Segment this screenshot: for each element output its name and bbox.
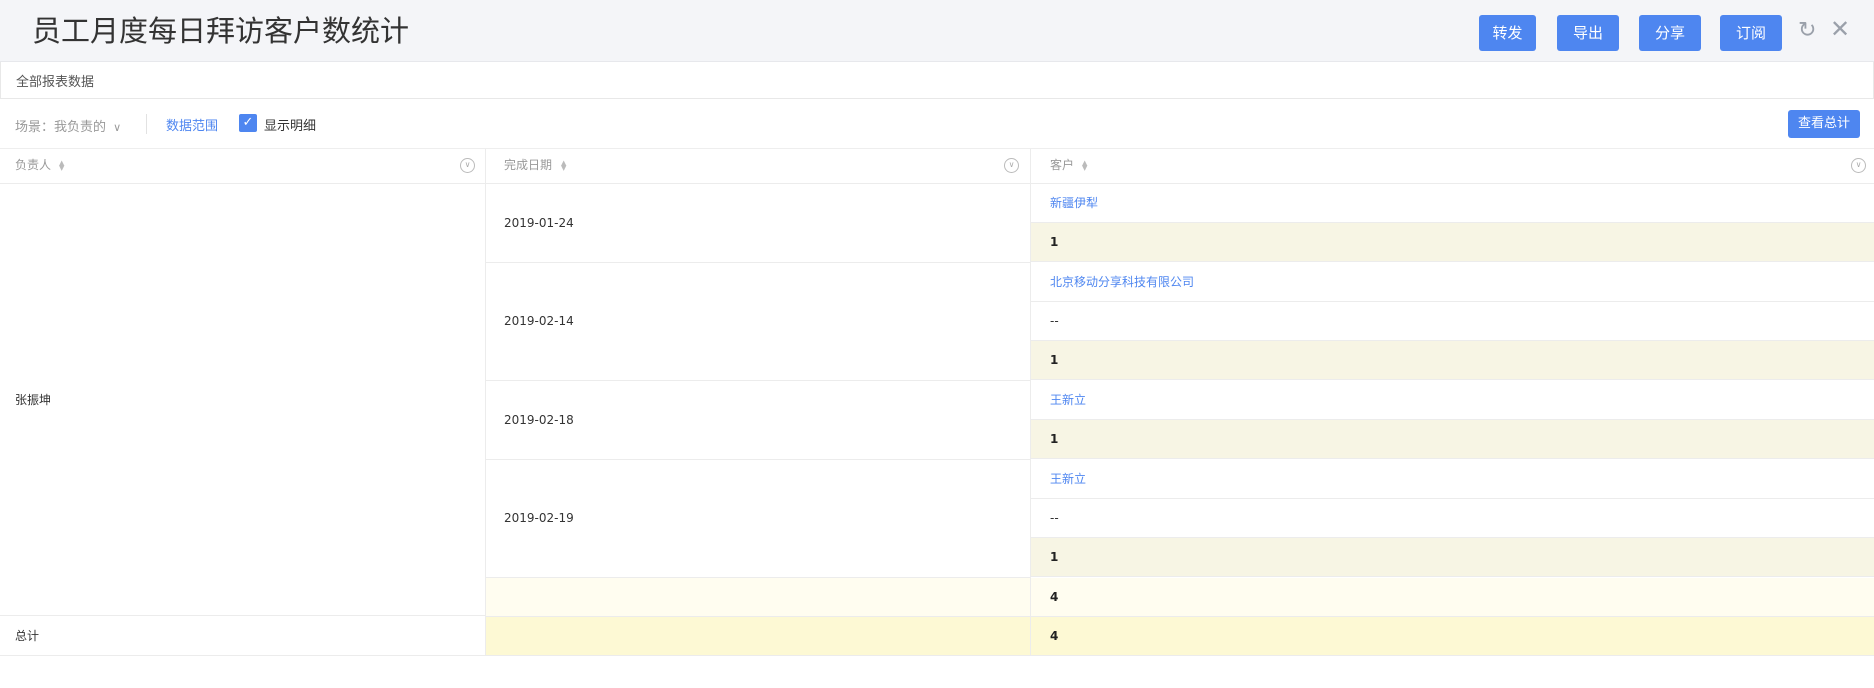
- view-total-button[interactable]: 查看总计: [1788, 110, 1860, 138]
- column-header-customer[interactable]: 客户 ▲ ▼ ∨: [1031, 149, 1874, 184]
- date-value: 2019-02-19: [504, 511, 574, 525]
- grand-total-label: 总计: [0, 617, 485, 656]
- date-group: 2019-02-14: [486, 263, 1030, 381]
- column-menu-icon[interactable]: ∨: [1004, 158, 1019, 173]
- date-group: 2019-02-18: [486, 381, 1030, 460]
- show-detail-label: 显示明细: [264, 119, 317, 134]
- column-label: 客户: [1050, 158, 1075, 172]
- empty-value: --: [1031, 499, 1874, 538]
- scene-label: 场景：我负责的: [15, 120, 107, 135]
- date-group: 2019-01-24: [486, 184, 1030, 263]
- scene-dropdown[interactable]: 场景：我负责的 ∨: [15, 116, 121, 135]
- share-button[interactable]: 分享: [1639, 15, 1701, 51]
- column-header-owner[interactable]: 负责人 ▲ ▼ ∨: [0, 149, 485, 184]
- report-scope-bar: 全部报表数据: [0, 62, 1874, 99]
- filter-divider: [146, 114, 147, 134]
- column-menu-icon[interactable]: ∨: [1851, 158, 1866, 173]
- column-label: 负责人: [15, 158, 52, 172]
- filter-bar: 场景：我负责的 ∨ 数据范围 ✓ 显示明细: [0, 99, 1874, 149]
- column-header-date[interactable]: 完成日期 ▲ ▼ ∨: [486, 149, 1030, 184]
- scope-label: 全部报表数据: [16, 75, 95, 90]
- sort-icon[interactable]: ▲ ▼: [59, 160, 67, 172]
- customer-link[interactable]: 北京移动分享科技有限公司: [1031, 263, 1874, 302]
- subtotal-row: 1: [1031, 223, 1874, 262]
- subtotal-row: 1: [1031, 420, 1874, 459]
- owner-subtotal: 4: [1031, 578, 1874, 617]
- sort-icon[interactable]: ▲ ▼: [1082, 160, 1090, 172]
- subscribe-button[interactable]: 订阅: [1720, 15, 1782, 51]
- check-icon: ✓: [242, 115, 254, 130]
- owner-name: 张振坤: [15, 393, 52, 407]
- page-title: 员工月度每日拜访客户数统计: [32, 14, 410, 48]
- column-menu-icon[interactable]: ∨: [460, 158, 475, 173]
- subtotal-row: 1: [1031, 341, 1874, 380]
- show-detail-checkbox[interactable]: ✓: [239, 114, 257, 132]
- date-value: 2019-01-24: [504, 216, 574, 230]
- export-button[interactable]: 导出: [1557, 15, 1619, 51]
- grand-total-date-cell: [486, 617, 1030, 656]
- customer-link[interactable]: 王新立: [1031, 381, 1874, 420]
- owner-cell: 张振坤: [0, 184, 485, 616]
- chevron-down-icon: ∨: [113, 121, 122, 134]
- data-range-link[interactable]: 数据范围: [166, 115, 218, 134]
- date-value: 2019-02-18: [504, 413, 574, 427]
- customer-link[interactable]: 王新立: [1031, 460, 1874, 499]
- subtotal-row: 1: [1031, 538, 1874, 577]
- column-label: 完成日期: [504, 158, 553, 172]
- refresh-icon[interactable]: ↻: [1798, 18, 1816, 44]
- close-icon[interactable]: ✕: [1830, 16, 1850, 42]
- owner-subtotal-date-cell: [486, 578, 1030, 617]
- empty-value: --: [1031, 302, 1874, 341]
- sort-icon[interactable]: ▲ ▼: [561, 160, 569, 172]
- customer-link[interactable]: 新疆伊犁: [1031, 184, 1874, 223]
- date-group: 2019-02-19: [486, 460, 1030, 578]
- date-value: 2019-02-14: [504, 314, 574, 328]
- grand-total-value: 4: [1031, 617, 1874, 656]
- report-header: 员工月度每日拜访客户数统计 转发 导出 分享 订阅 ↻ ✕: [0, 0, 1874, 62]
- forward-button[interactable]: 转发: [1479, 15, 1536, 51]
